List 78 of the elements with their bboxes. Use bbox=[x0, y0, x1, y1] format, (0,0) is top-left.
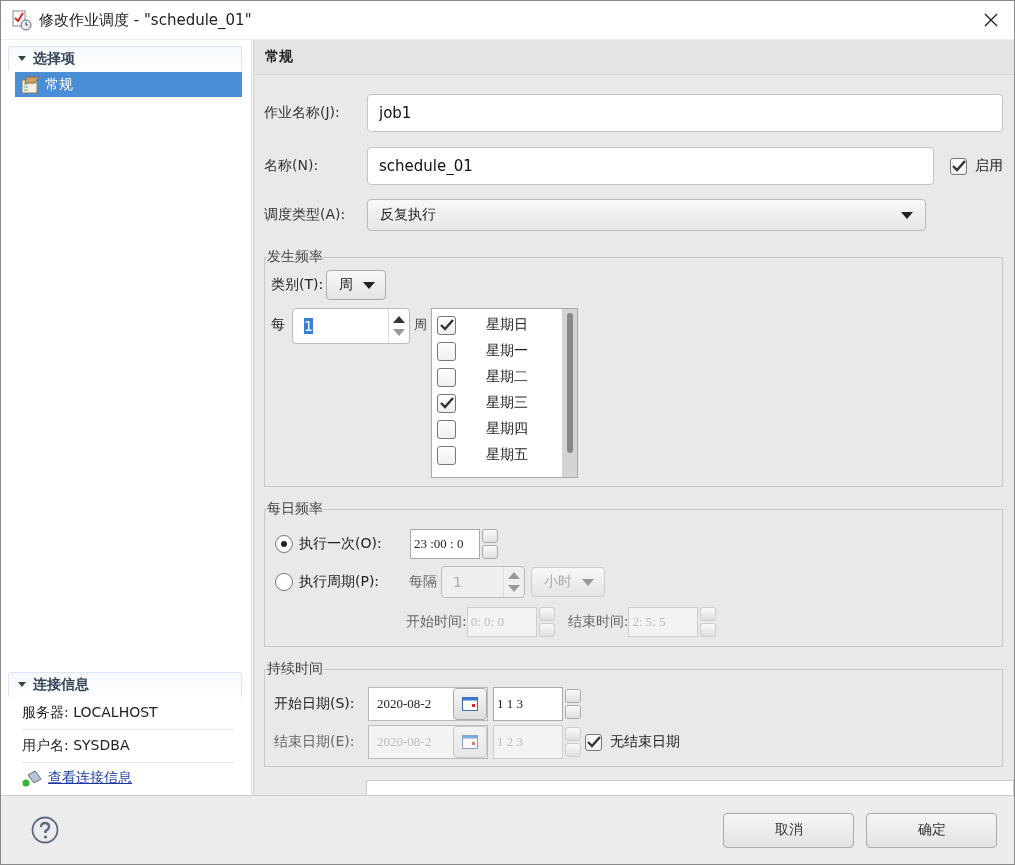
connection-icon bbox=[22, 769, 42, 787]
field-label: 作业名称(J): bbox=[264, 104, 341, 122]
field-label: 开始日期(S): bbox=[274, 695, 356, 713]
calendar-icon bbox=[462, 735, 478, 749]
field-label: 结束时间: bbox=[567, 613, 629, 631]
section-header[interactable]: 选择项 bbox=[8, 46, 242, 71]
spin-up-button[interactable] bbox=[482, 529, 498, 543]
radio-label: 执行周期(P): bbox=[299, 573, 380, 591]
weekday-label: 星期四 bbox=[486, 420, 528, 438]
dialog-button[interactable]: 取消 bbox=[723, 812, 854, 848]
name-field[interactable]: schedule_01 bbox=[367, 147, 934, 185]
checkbox[interactable] bbox=[437, 393, 456, 413]
checkbox[interactable] bbox=[437, 419, 456, 439]
radio-button[interactable] bbox=[275, 573, 293, 591]
caret-icon bbox=[363, 281, 376, 289]
radio-button[interactable] bbox=[275, 535, 293, 553]
time-field[interactable]: 23 :00 : 0 bbox=[410, 529, 480, 559]
spin-up-button[interactable] bbox=[538, 607, 555, 621]
spin-down-button[interactable] bbox=[565, 705, 581, 719]
spin-down-button[interactable] bbox=[482, 545, 498, 559]
checkbox[interactable] bbox=[437, 315, 456, 335]
connection-info-link[interactable]: 查看连接信息 bbox=[48, 769, 132, 787]
group-title: 发生频率 bbox=[267, 248, 323, 266]
panel-header: 常规 bbox=[254, 40, 1014, 75]
field-label: 开始时间: bbox=[406, 613, 467, 631]
job-name-field[interactable]: job1 bbox=[367, 94, 1003, 132]
spin-up-button[interactable] bbox=[565, 689, 581, 703]
calendar-button[interactable] bbox=[453, 726, 487, 758]
close-icon bbox=[983, 12, 999, 28]
radio-label: 执行一次(O): bbox=[299, 535, 382, 553]
group-title: 每日频率 bbox=[267, 500, 323, 518]
field-label: 类别(T): bbox=[271, 276, 324, 294]
scrollbar[interactable] bbox=[562, 309, 577, 477]
weekday-label: 星期日 bbox=[486, 316, 528, 334]
spin-down-button[interactable] bbox=[565, 743, 581, 757]
field-label: 调度类型(A): bbox=[264, 206, 347, 224]
window-title: 修改作业调度 - "schedule_01" bbox=[39, 10, 252, 30]
schedule-type-dropdown[interactable]: 反复执行 bbox=[367, 199, 926, 231]
weekday-label: 星期一 bbox=[486, 342, 528, 360]
weekday-label: 星期二 bbox=[486, 368, 528, 386]
checkbox[interactable] bbox=[585, 733, 602, 751]
unit-label: 周 bbox=[414, 316, 427, 334]
field-label: 名称(N): bbox=[264, 157, 320, 175]
field-label: 每隔 bbox=[409, 573, 437, 591]
up-arrow-icon bbox=[393, 316, 405, 323]
caret-icon bbox=[901, 211, 913, 219]
weekday-label: 星期三 bbox=[486, 394, 528, 412]
caret-icon bbox=[582, 578, 594, 586]
help-icon bbox=[31, 816, 59, 844]
settings-page-icon bbox=[21, 75, 41, 94]
checkbox[interactable] bbox=[437, 445, 456, 465]
field-label: 结束日期(E): bbox=[274, 733, 356, 751]
checkbox[interactable] bbox=[437, 367, 456, 387]
down-arrow-icon bbox=[393, 329, 405, 336]
spin-up-button[interactable] bbox=[700, 607, 717, 621]
info-text: 服务器: LOCALHOST bbox=[22, 697, 234, 730]
weekday-label: 星期五 bbox=[486, 446, 528, 464]
checkbox[interactable] bbox=[437, 341, 456, 361]
checkbox[interactable] bbox=[950, 157, 967, 175]
spin-down-button[interactable] bbox=[700, 623, 717, 637]
every-spinner[interactable]: 1 bbox=[292, 308, 410, 344]
section-header[interactable]: 连接信息 bbox=[8, 672, 242, 697]
calendar-button[interactable] bbox=[453, 688, 487, 720]
down-arrow-icon bbox=[508, 585, 520, 592]
checkbox-label: 启用 bbox=[975, 157, 1003, 175]
calendar-icon bbox=[462, 697, 478, 711]
spin-down-button[interactable] bbox=[538, 623, 555, 637]
group-title: 持续时间 bbox=[267, 660, 323, 678]
up-arrow-icon bbox=[508, 572, 520, 579]
spin-up-button[interactable] bbox=[565, 727, 581, 741]
checkbox-label: 无结束日期 bbox=[610, 733, 680, 751]
info-text: 用户名: SYSDBA bbox=[22, 730, 234, 763]
category-dropdown[interactable]: 周 bbox=[326, 270, 387, 300]
time-field[interactable]: 1 1 3 bbox=[493, 687, 563, 721]
date-field[interactable]: 2020-08-2 bbox=[368, 687, 488, 721]
field-label: 每 bbox=[271, 316, 286, 334]
dialog-button[interactable]: 确定 bbox=[866, 812, 997, 848]
schedule-icon bbox=[11, 9, 33, 31]
